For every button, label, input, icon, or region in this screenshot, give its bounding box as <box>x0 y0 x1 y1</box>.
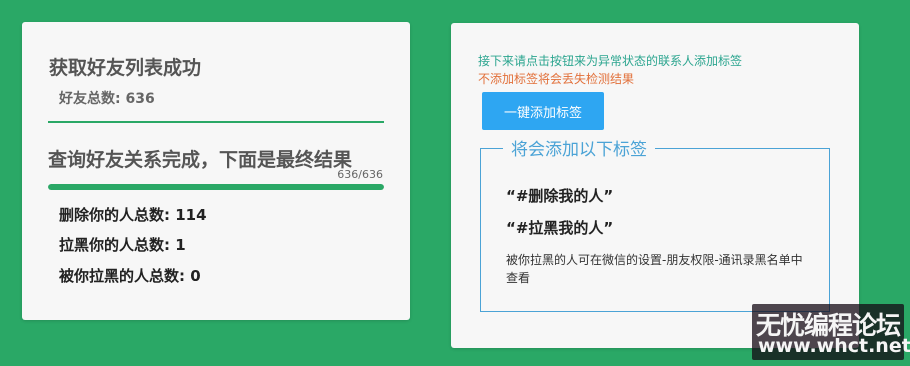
query-result-title: 查询好友关系完成，下面是最终结果 <box>48 149 353 171</box>
tag-hint: 接下来请点击按钮来为异常状态的联系人添加标签 <box>478 54 743 68</box>
tag-card: 接下来请点击按钮来为异常状态的联系人添加标签 不添加标签将会丢失检测结果 一键添… <box>451 23 859 348</box>
friend-list-title: 获取好友列表成功 <box>49 57 202 79</box>
result-card: 获取好友列表成功 好友总数: 636 查询好友关系完成，下面是最终结果 636/… <box>22 22 410 320</box>
blacklist-note: 被你拉黑的人可在微信的设置-朋友权限-通讯录黑名单中查看 <box>506 253 803 285</box>
progress-bar-fill <box>48 184 384 190</box>
progress-count: 636/636 <box>337 168 383 181</box>
tag-item-blocked: “#拉黑我的人” <box>506 219 614 237</box>
add-tags-button[interactable]: 一键添加标签 <box>482 92 604 130</box>
divider <box>48 121 384 123</box>
watermark-url: www.whct.net <box>758 335 910 357</box>
tag-item-deleted: “#删除我的人” <box>506 187 614 205</box>
tag-warning: 不添加标签将会丢失检测结果 <box>478 72 635 86</box>
progress-bar <box>48 184 384 190</box>
stat-blocked-by-you-count: 被你拉黑的人总数: 0 <box>59 267 201 285</box>
stat-deleted-count: 删除你的人总数: 114 <box>59 206 207 224</box>
tags-fieldset: 将会添加以下标签 “#删除我的人” “#拉黑我的人” 被你拉黑的人可在微信的设置… <box>480 135 830 312</box>
stat-blocked-you-count: 拉黑你的人总数: 1 <box>59 236 186 254</box>
site-watermark: 无忧编程论坛 www.whct.net <box>752 304 910 360</box>
tags-legend: 将会添加以下标签 <box>503 135 655 160</box>
friend-total-count: 好友总数: 636 <box>59 91 155 107</box>
